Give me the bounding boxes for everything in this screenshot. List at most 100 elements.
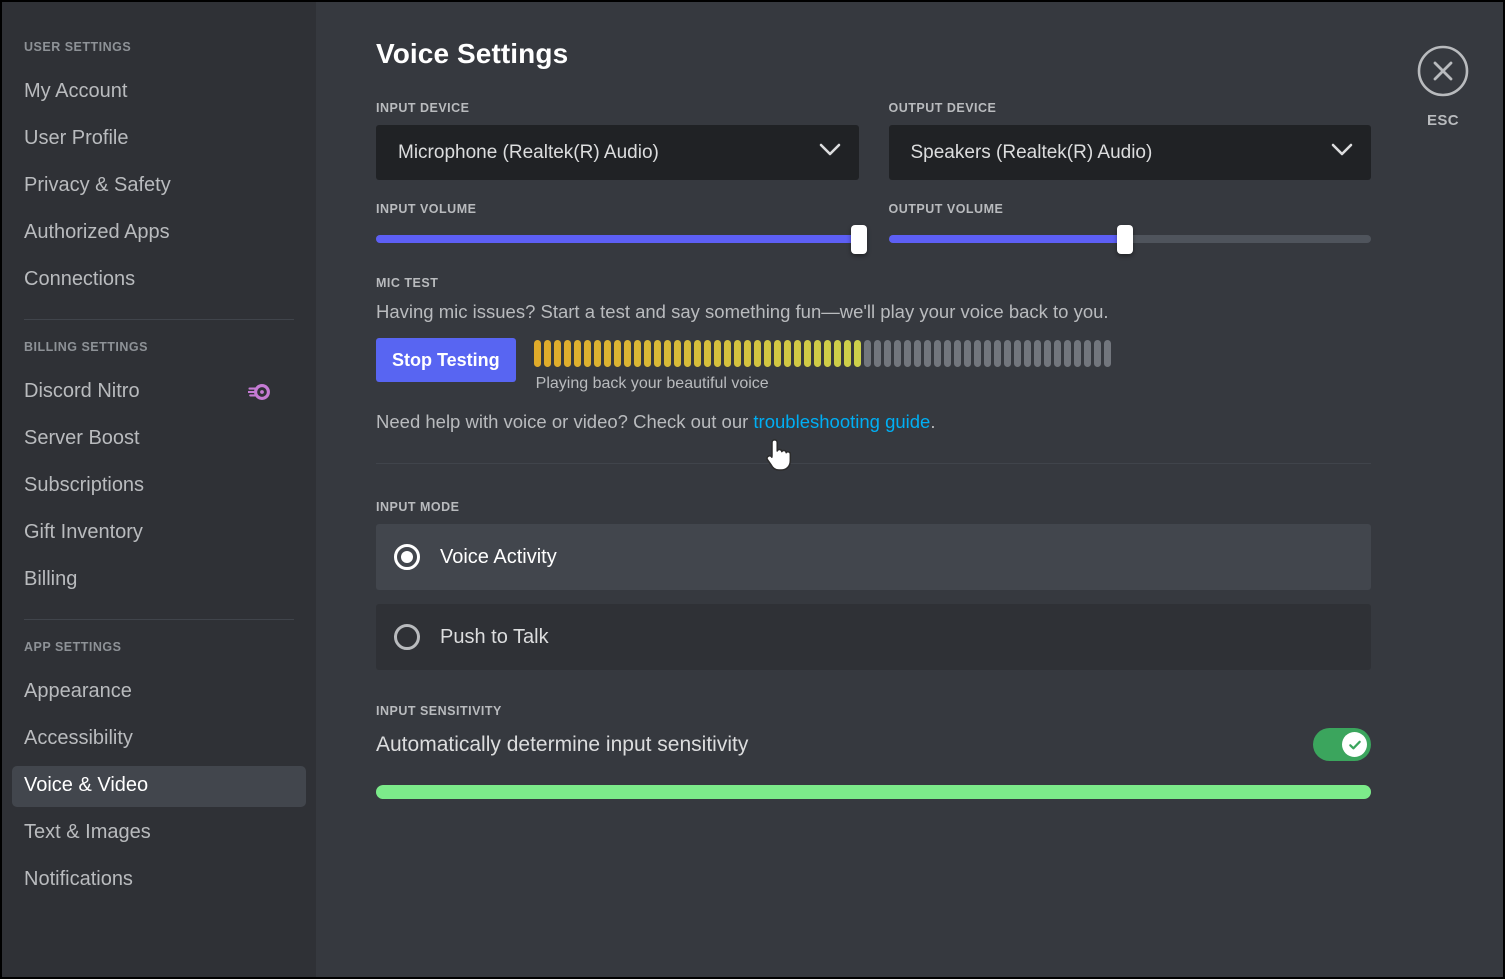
mic-level-bar [1084, 340, 1091, 367]
sidebar-item-billing[interactable]: Billing [12, 560, 306, 601]
output-device-value: Speakers (Realtek(R) Audio) [911, 142, 1153, 164]
input-mode-option-voice-activity[interactable]: Voice Activity [376, 524, 1371, 590]
sidebar-item-connections[interactable]: Connections [12, 260, 306, 301]
output-device-label: OUTPUT DEVICE [889, 101, 1372, 115]
settings-sidebar[interactable]: USER SETTINGSMy Account User Profile Priva… [2, 2, 316, 977]
nitro-boost-icon [248, 383, 270, 401]
sidebar-item-accessibility[interactable]: Accessibility [12, 719, 306, 760]
section-divider [376, 463, 1371, 464]
output-device-select[interactable]: Speakers (Realtek(R) Audio) [889, 125, 1372, 180]
sidebar-item-authorized-apps[interactable]: Authorized Apps [12, 213, 306, 254]
radio-selected-icon[interactable] [394, 544, 420, 570]
sidebar-item-server-boost[interactable]: Server Boost [12, 419, 306, 460]
mic-level-bar [1054, 340, 1061, 367]
mic-level-bar [734, 340, 741, 367]
mic-test-description: Having mic issues? Start a test and say … [376, 300, 1371, 324]
input-volume-fill [376, 235, 859, 243]
sidebar-item-appearance[interactable]: Appearance [12, 672, 306, 713]
mic-level-bar [774, 340, 781, 367]
mic-level-bar [924, 340, 931, 367]
sidebar-item-label: Text & Images [24, 820, 151, 845]
toggle-knob [1342, 732, 1367, 757]
sidebar-item-label: Gift Inventory [24, 520, 143, 545]
mic-level-bar [1024, 340, 1031, 367]
stop-testing-button[interactable]: Stop Testing [376, 338, 516, 382]
auto-sensitivity-toggle[interactable] [1313, 728, 1371, 761]
input-sensitivity-label: INPUT SENSITIVITY [376, 704, 1503, 718]
mic-level-bar [584, 340, 591, 367]
mic-level-meter-group: Playing back your beautiful voice [534, 338, 1371, 393]
input-mode-section: INPUT MODE Voice ActivityPush to Talk [376, 500, 1503, 670]
mic-level-bar [594, 340, 601, 367]
sidebar-item-notifications[interactable]: Notifications [12, 860, 306, 901]
sidebar-item-gift-inventory[interactable]: Gift Inventory [12, 513, 306, 554]
sidebar-item-label: Authorized Apps [24, 220, 170, 245]
sidebar-item-label: Notifications [24, 867, 133, 892]
sidebar-item-privacy-safety[interactable]: Privacy & Safety [12, 166, 306, 207]
help-line: Need help with voice or video? Check out… [376, 411, 1371, 433]
auto-sensitivity-text: Automatically determine input sensitivit… [376, 733, 748, 757]
mic-level-bar [1104, 340, 1111, 367]
mic-level-bar [614, 340, 621, 367]
mic-level-bar [884, 340, 891, 367]
input-device-select[interactable]: Microphone (Realtek(R) Audio) [376, 125, 859, 180]
mic-level-bar [564, 340, 571, 367]
input-device-group: INPUT DEVICE Microphone (Realtek(R) Audi… [376, 101, 859, 180]
sidebar-item-text-images[interactable]: Text & Images [12, 813, 306, 854]
mic-level-bar [814, 340, 821, 367]
input-mode-option-label: Voice Activity [440, 546, 557, 569]
sidebar-section-header: USER SETTINGS [2, 40, 316, 72]
auto-sensitivity-row: Automatically determine input sensitivit… [376, 728, 1371, 761]
sidebar-item-label: Accessibility [24, 726, 133, 751]
mic-test-section: MIC TEST Having mic issues? Start a test… [376, 276, 1371, 433]
mic-level-bar [624, 340, 631, 367]
mic-level-bar [964, 340, 971, 367]
sidebar-item-discord-nitro[interactable]: Discord Nitro [12, 372, 306, 413]
sidebar-item-voice-video[interactable]: Voice & Video [12, 766, 306, 807]
mic-level-bar [1034, 340, 1041, 367]
mic-level-bar [744, 340, 751, 367]
input-volume-track[interactable] [376, 235, 859, 243]
mic-level-bar [984, 340, 991, 367]
input-volume-thumb[interactable] [851, 225, 867, 254]
check-icon [1347, 737, 1363, 753]
mic-level-bar [864, 340, 871, 367]
discord-user-settings-window: USER SETTINGSMy Account User Profile Priva… [0, 0, 1505, 979]
output-volume-group: OUTPUT VOLUME [889, 202, 1372, 252]
mic-level-bar [914, 340, 921, 367]
troubleshooting-guide-link[interactable]: troubleshooting guide [753, 411, 930, 432]
mic-level-bar [714, 340, 721, 367]
input-volume-slider[interactable] [376, 226, 859, 252]
mic-level-bar [764, 340, 771, 367]
mic-level-bar [874, 340, 881, 367]
sidebar-item-user-profile[interactable]: User Profile [12, 119, 306, 160]
mic-level-bar [554, 340, 561, 367]
output-volume-thumb[interactable] [1117, 225, 1133, 254]
sidebar-item-label: Billing [24, 567, 77, 592]
mic-level-bar [754, 340, 761, 367]
output-volume-track[interactable] [889, 235, 1372, 243]
mic-level-bar [894, 340, 901, 367]
mic-level-bar [794, 340, 801, 367]
mic-level-bar [1064, 340, 1071, 367]
sidebar-item-label: Connections [24, 267, 135, 292]
sidebar-item-subscriptions[interactable]: Subscriptions [12, 466, 306, 507]
radio-unselected-icon[interactable] [394, 624, 420, 650]
sidebar-item-label: Appearance [24, 679, 132, 704]
input-mode-option-push-to-talk[interactable]: Push to Talk [376, 604, 1371, 670]
mic-level-bar [1094, 340, 1101, 367]
output-volume-slider[interactable] [889, 226, 1372, 252]
mic-test-label: MIC TEST [376, 276, 1371, 290]
mic-level-bar [834, 340, 841, 367]
close-circle-icon [1416, 44, 1470, 103]
sidebar-item-label: Discord Nitro [24, 379, 140, 404]
mic-level-bar [604, 340, 611, 367]
sidebar-item-my-account[interactable]: My Account [12, 72, 306, 113]
mic-level-bar [1044, 340, 1051, 367]
close-settings-button[interactable]: ESC [1406, 44, 1480, 129]
voice-settings-panel: Voice Settings INPUT DEVICE Microphone (… [316, 2, 1503, 977]
mic-level-bar [534, 340, 541, 367]
mic-level-bar [704, 340, 711, 367]
sidebar-item-label: User Profile [24, 126, 128, 151]
mic-level-bar [804, 340, 811, 367]
